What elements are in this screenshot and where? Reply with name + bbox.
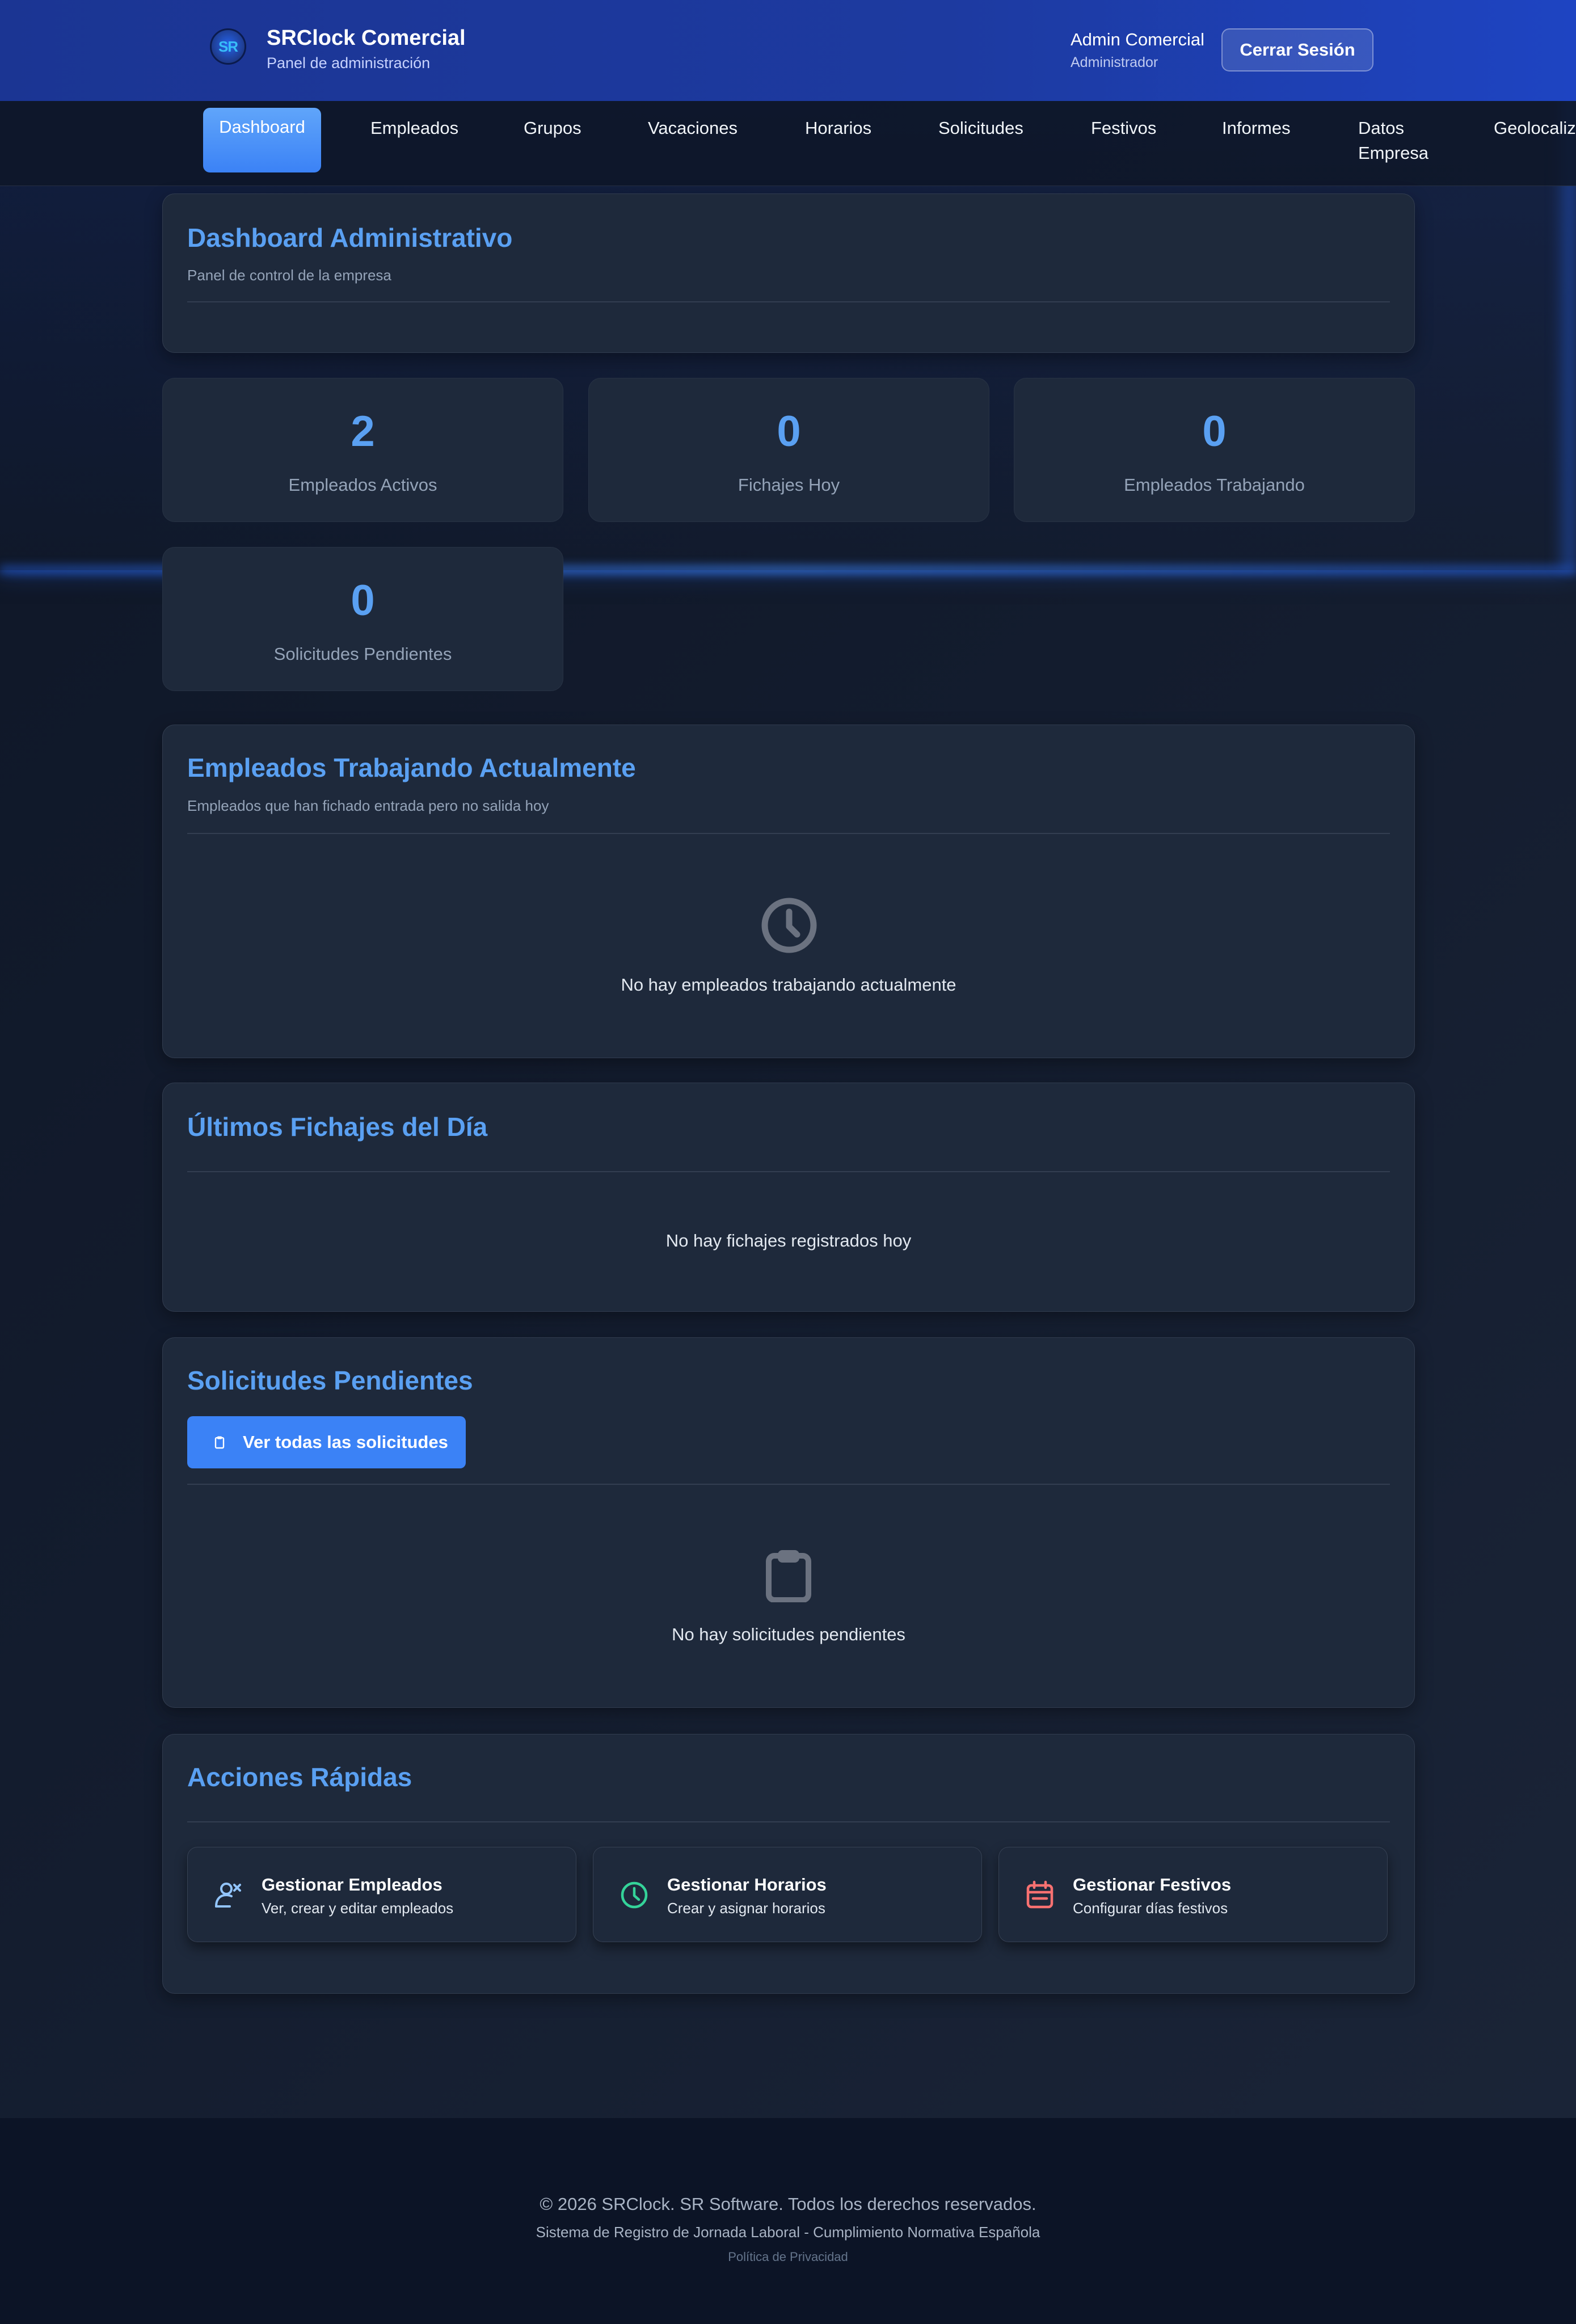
empty-state-text: No hay fichajes registrados hoy [665, 1231, 912, 1251]
brand-title: SRClock Comercial [267, 26, 466, 50]
working-now-card: Empleados Trabajando Actualmente Emplead… [162, 725, 1415, 1058]
divider [187, 1821, 1390, 1822]
divider [187, 1171, 1390, 1172]
section-title: Últimos Fichajes del Día [187, 1112, 488, 1142]
section-title: Acciones Rápidas [187, 1762, 412, 1792]
stat-value: 2 [351, 407, 375, 456]
divider [187, 1484, 1390, 1485]
section-title: Solicitudes Pendientes [187, 1366, 473, 1395]
stat-empleados-trabajando: 0 Empleados Trabajando [1014, 378, 1415, 522]
pending-requests-card: Solicitudes Pendientes Ver todas las sol… [162, 1337, 1415, 1708]
brand-subtitle: Panel de administración [267, 54, 431, 71]
clipboard-icon [214, 1436, 225, 1449]
calendar-icon [1026, 1880, 1054, 1909]
nav-item-festivos[interactable]: Festivos [1091, 116, 1156, 141]
stat-label: Fichajes Hoy [738, 475, 840, 495]
empty-state-text: No hay solicitudes pendientes [672, 1624, 905, 1644]
user-edit-icon [215, 1883, 241, 1908]
quick-action-title: Gestionar Empleados [262, 1875, 443, 1894]
privacy-policy-link[interactable]: Política de Privacidad [0, 2250, 1576, 2264]
quick-actions-card: Acciones Rápidas Gestionar Empleados Ver… [162, 1734, 1415, 1994]
quick-action-festivos[interactable]: Gestionar Festivos Configurar días festi… [998, 1847, 1388, 1942]
quick-action-empleados[interactable]: Gestionar Empleados Ver, crear y editar … [187, 1847, 576, 1942]
empty-state-text: No hay empleados trabajando actualmente [621, 975, 956, 995]
stat-value: 0 [351, 576, 375, 625]
page-footer: © 2026 SRClock. SR Software. Todos los d… [0, 2118, 1576, 2324]
quick-action-title: Gestionar Festivos [1073, 1875, 1232, 1894]
nav-item-datos-empresa[interactable]: Datos Empresa [1358, 116, 1438, 166]
stat-solicitudes-pendientes: 0 Solicitudes Pendientes [162, 547, 563, 691]
divider [187, 301, 1390, 302]
page-subtitle: Panel de control de la empresa [187, 267, 391, 284]
stat-fichajes-hoy: 0 Fichajes Hoy [588, 378, 989, 522]
stat-empleados-activos: 2 Empleados Activos [162, 378, 563, 522]
quick-action-title: Gestionar Horarios [667, 1875, 827, 1894]
section-subtitle: Empleados que han fichado entrada pero n… [187, 797, 549, 814]
footer-tagline: Sistema de Registro de Jornada Laboral -… [536, 2224, 1040, 2241]
user-role: Administrador [1071, 54, 1158, 70]
nav-item-vacaciones[interactable]: Vacaciones [648, 116, 738, 141]
nav-item-dashboard[interactable]: Dashboard [203, 108, 321, 172]
stat-value: 0 [1202, 407, 1227, 456]
clipboard-icon [766, 1550, 811, 1602]
quick-action-desc: Crear y asignar horarios [667, 1900, 825, 1917]
nav-item-informes[interactable]: Informes [1222, 116, 1291, 141]
last-clockins-card: Últimos Fichajes del Día No hay fichajes… [162, 1083, 1415, 1312]
quick-action-horarios[interactable]: Gestionar Horarios Crear y asignar horar… [593, 1847, 982, 1942]
logout-button[interactable]: Cerrar Sesión [1221, 28, 1373, 71]
clock-icon [621, 1881, 648, 1909]
view-all-requests-button[interactable]: Ver todas las solicitudes [187, 1416, 466, 1468]
footer-copyright: © 2026 SRClock. SR Software. Todos los d… [540, 2194, 1036, 2214]
logo-text: SR [218, 37, 238, 55]
quick-action-desc: Ver, crear y editar empleados [262, 1900, 454, 1917]
clock-icon [761, 898, 817, 953]
brand-logo[interactable]: SR [210, 28, 246, 65]
page-title: Dashboard Administrativo [187, 223, 513, 252]
nav-item-horarios[interactable]: Horarios [805, 116, 871, 141]
stat-label: Solicitudes Pendientes [273, 644, 452, 664]
stat-label: Empleados Trabajando [1124, 475, 1305, 495]
divider [187, 833, 1390, 834]
top-header: SR SRClock Comercial Panel de administra… [0, 0, 1576, 101]
quick-action-desc: Configurar días festivos [1073, 1900, 1228, 1917]
section-title: Empleados Trabajando Actualmente [187, 753, 636, 782]
main-nav: Dashboard Empleados Grupos Vacaciones Ho… [0, 101, 1576, 186]
user-name: Admin Comercial [1071, 30, 1205, 49]
stat-value: 0 [777, 407, 801, 456]
nav-item-geolocalizacion[interactable]: Geolocaliz [1494, 116, 1576, 141]
view-all-requests-label: Ver todas las solicitudes [243, 1432, 448, 1452]
nav-item-grupos[interactable]: Grupos [524, 116, 581, 141]
dashboard-header-card: Dashboard Administrativo Panel de contro… [162, 193, 1415, 353]
stat-label: Empleados Activos [288, 475, 437, 495]
nav-item-solicitudes[interactable]: Solicitudes [938, 116, 1023, 141]
nav-item-empleados[interactable]: Empleados [370, 116, 458, 141]
